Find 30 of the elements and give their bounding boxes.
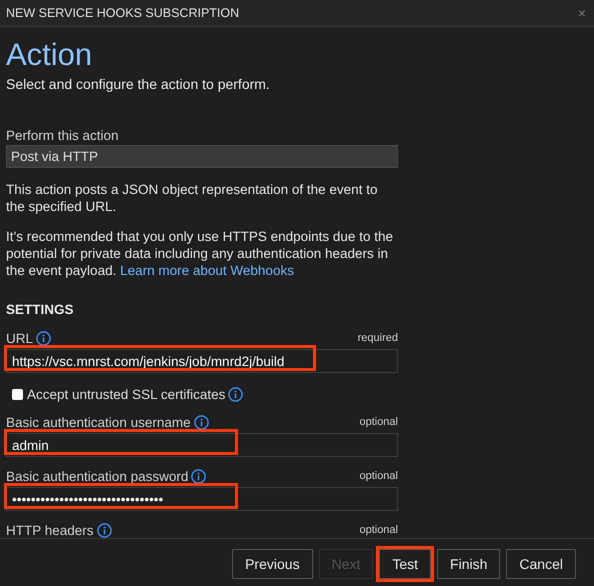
checkbox-label: Accept untrusted SSL certificates — [27, 386, 226, 402]
action-dropdown[interactable]: Post via HTTP — [6, 145, 398, 168]
field-label: Basic authentication password — [6, 468, 188, 484]
info-icon[interactable] — [191, 468, 206, 484]
warning-text: It’s recommended that you only use HTTPS endpoints due to the potential for private data including any authentication headers in the event payload. Learn more about Webhooks — [6, 228, 394, 279]
field-label: Basic authentication username — [6, 414, 191, 430]
wizard-button[interactable]: Finish — [437, 548, 500, 578]
field-note: optional — [359, 524, 398, 536]
info-icon[interactable] — [194, 414, 209, 430]
description-text: This action posts a JSON object representation of the event to the specified URL. — [6, 181, 378, 215]
info-icon[interactable] — [96, 522, 112, 538]
webhooks-link[interactable]: Learn more about Webhooks — [120, 263, 294, 278]
wizard-button[interactable]: Previous — [232, 548, 313, 578]
window-title: NEW SERVICE HOOKS SUBSCRIPTION — [6, 6, 240, 20]
field-note: optional — [359, 470, 398, 482]
input-field[interactable]: •••••••••••••••••••••••••••••••• — [6, 487, 398, 511]
page-heading: Action — [6, 37, 94, 73]
info-icon[interactable] — [228, 386, 244, 402]
page-subtitle: Select and configure the action to perform. — [6, 75, 271, 93]
field-label: HTTP headers — [6, 522, 94, 538]
field-label: Perform this action — [6, 127, 120, 145]
info-icon[interactable] — [36, 330, 52, 346]
field-note: required — [358, 332, 398, 344]
section-heading: SETTINGS — [6, 301, 75, 319]
field-note: optional — [359, 416, 398, 428]
field-label: URL — [6, 330, 34, 346]
checkbox[interactable] — [12, 388, 23, 400]
input-field[interactable]: admin — [6, 433, 398, 457]
wizard-button[interactable]: Cancel — [506, 548, 576, 578]
input-field[interactable]: https://vsc.mnrst.com/jenkins/job/mnrd2j/build — [6, 349, 398, 373]
